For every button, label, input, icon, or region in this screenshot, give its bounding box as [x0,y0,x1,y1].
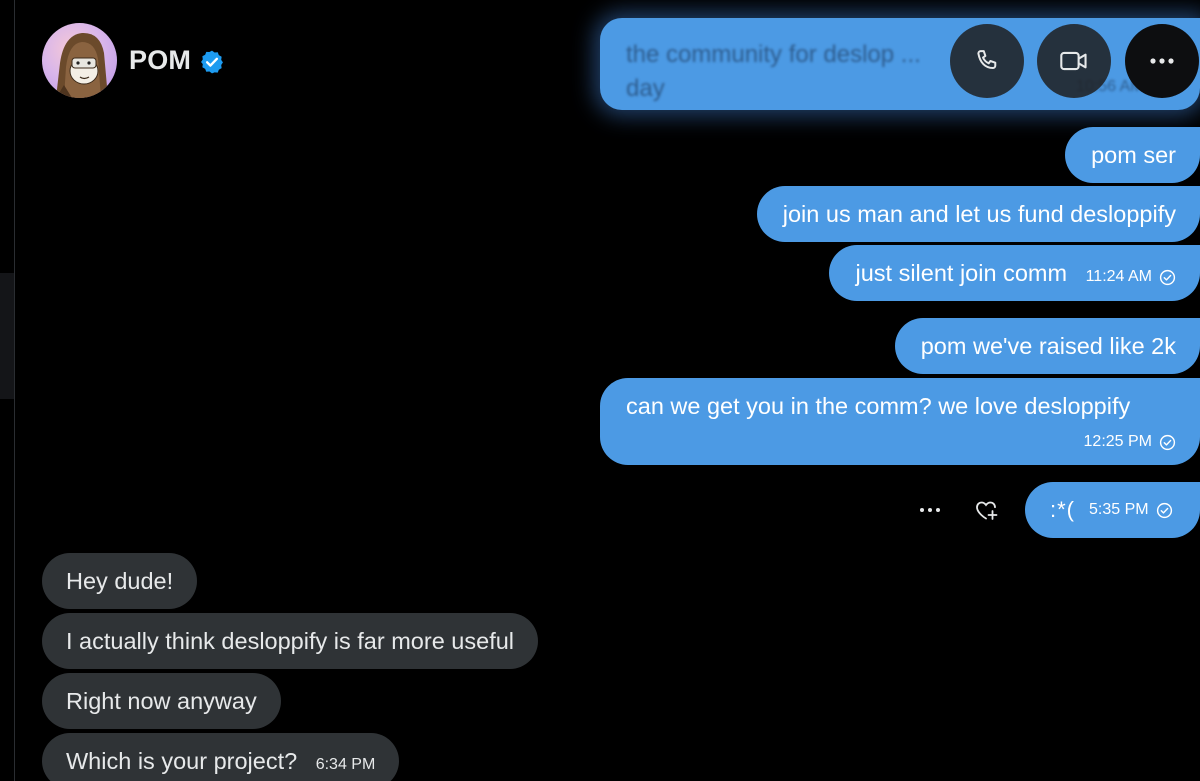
incoming-message[interactable]: Right now anyway [42,673,281,729]
voice-call-button[interactable] [950,24,1024,98]
incoming-message[interactable]: Which is your project? 6:34 PM [42,733,400,781]
dm-conversation: the community for deslop ... day 10:56 A… [0,0,1200,781]
outgoing-message[interactable]: pom we've raised like 2k [894,318,1200,374]
cartoon-avatar-icon [56,32,108,98]
outgoing-message[interactable]: pom ser [1065,127,1200,183]
add-reaction-button[interactable] [974,497,1000,523]
outgoing-message[interactable]: just silent join comm 11:24 AM [829,245,1200,301]
avatar[interactable] [42,23,117,98]
outgoing-message[interactable]: can we get you in the comm? we love desl… [600,378,1200,465]
more-icon [1150,58,1174,64]
message-text: Hey dude! [66,568,174,594]
incoming-message[interactable]: I actually think desloppify is far more … [42,613,539,669]
message-meta: 12:25 PM [1084,433,1176,451]
message-time: 11:24 AM [1085,268,1152,285]
message-time: 12:25 PM [1083,433,1152,450]
outgoing-message[interactable]: :*( 5:35 PM [1025,482,1200,538]
message-meta: 11:24 AM [1086,249,1176,305]
video-icon [1060,51,1087,71]
blurred-message-text: the community for deslop ... day [626,38,921,106]
contact-name[interactable]: POM [129,45,191,76]
video-call-button[interactable] [1037,24,1111,98]
message-text: can we get you in the comm? we love desl… [626,393,1131,419]
blurred-message-line-2: day [626,75,665,102]
message-more-button[interactable] [917,497,943,523]
message-text: :*( [1050,497,1075,522]
incoming-message[interactable]: Hey dude! [42,553,198,609]
verified-badge-icon [199,49,225,75]
message-text: just silent join comm [855,260,1068,286]
sent-check-icon [1159,434,1176,451]
more-dots-icon [920,508,940,512]
message-text: join us man and let us fund desloppify [782,201,1176,227]
message-meta: 5:35 PM [1089,501,1173,519]
sent-check-icon [1156,502,1173,519]
add-reaction-icon [976,501,998,520]
message-text: Right now anyway [66,688,257,714]
message-text: Which is your project? [66,748,298,774]
phone-icon [977,50,997,69]
left-divider [14,0,15,781]
sent-check-icon [1159,269,1176,286]
message-text: pom we've raised like 2k [920,333,1176,359]
message-text: pom ser [1091,142,1176,168]
message-time: 6:34 PM [315,756,376,773]
outgoing-message[interactable]: join us man and let us fund desloppify [756,186,1200,242]
message-text: I actually think desloppify is far more … [66,628,515,654]
more-options-button[interactable] [1125,24,1199,98]
blurred-message-line-1: the community for deslop ... [626,41,921,68]
left-panel-edge [0,273,14,399]
message-time: 5:35 PM [1089,501,1149,518]
